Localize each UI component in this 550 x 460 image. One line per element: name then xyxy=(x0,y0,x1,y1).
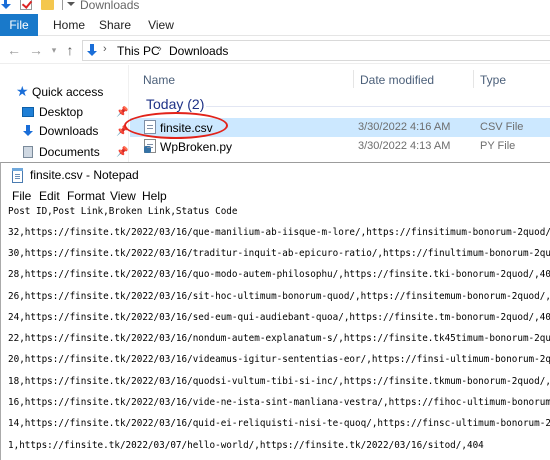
text-line: 24,https://finsite.tk/2022/03/16/sed-eum… xyxy=(8,312,550,323)
notepad-menubar: File Edit Format View Help xyxy=(1,188,550,206)
nav-item-label: Documents xyxy=(39,145,100,159)
text-line: 22,https://finsite.tk/2022/03/16/nondum-… xyxy=(8,333,550,344)
menu-format[interactable]: Format xyxy=(67,189,105,203)
nav-item-label: Downloads xyxy=(39,124,99,138)
tab-view[interactable]: View xyxy=(140,14,182,36)
file-row-wpbroken-py[interactable]: WpBroken.py 3/30/2022 4:13 AM PY File xyxy=(130,137,550,156)
tab-share[interactable]: Share xyxy=(94,14,136,36)
nav-item-label: Quick access xyxy=(32,85,104,99)
downloads-icon xyxy=(87,44,99,57)
pin-icon[interactable]: 📌 xyxy=(116,107,128,118)
downloads-icon xyxy=(22,125,34,137)
nav-item-downloads[interactable]: Downloads xyxy=(22,122,127,140)
up-arrow-icon[interactable]: ↑ xyxy=(63,42,77,58)
new-folder-icon[interactable] xyxy=(41,0,54,10)
nav-item-quick-access[interactable]: ★ Quick access xyxy=(16,83,126,101)
nav-item-label: Desktop xyxy=(39,105,84,119)
menu-help[interactable]: Help xyxy=(142,189,167,203)
menu-file[interactable]: File xyxy=(12,189,31,203)
chevron-right-icon[interactable]: › xyxy=(103,43,107,55)
download-arrow-icon[interactable] xyxy=(1,0,11,10)
quick-access-toolbar xyxy=(0,0,75,11)
menu-view[interactable]: View xyxy=(110,189,136,203)
toolbar-divider xyxy=(62,0,63,10)
notepad-window: finsite.csv - Notepad File Edit Format V… xyxy=(0,162,550,460)
text-line: 18,https://finsite.tk/2022/03/16/quodsi-… xyxy=(8,376,550,387)
properties-check-icon[interactable] xyxy=(20,0,32,10)
breadcrumb-downloads[interactable]: Downloads xyxy=(169,44,228,58)
column-headers: Name Date modified Type xyxy=(130,68,550,90)
nav-item-desktop[interactable]: Desktop xyxy=(22,103,127,121)
file-type: CSV File xyxy=(480,121,524,133)
text-line: 30,https://finsite.tk/2022/03/16/traditu… xyxy=(8,248,550,259)
notepad-title: finsite.csv - Notepad xyxy=(30,168,139,182)
text-line: 28,https://finsite.tk/2022/03/16/quo-mod… xyxy=(8,269,550,280)
python-file-icon xyxy=(144,139,156,153)
address-bar[interactable]: › This PC › Downloads xyxy=(82,40,550,61)
chevron-down-icon[interactable] xyxy=(67,2,75,6)
chevron-right-icon[interactable]: › xyxy=(158,43,162,55)
notepad-titlebar[interactable]: finsite.csv - Notepad xyxy=(1,163,550,188)
star-icon: ★ xyxy=(16,83,29,99)
explorer-titlebar: Downloads xyxy=(0,0,550,14)
recent-locations-chevron-icon[interactable]: ▾ xyxy=(47,42,61,58)
file-date: 3/30/2022 4:16 AM xyxy=(358,121,451,133)
column-header-date[interactable]: Date modified xyxy=(360,73,434,87)
tab-home[interactable]: Home xyxy=(46,14,92,36)
text-line: 14,https://finsite.tk/2022/03/16/quid-ei… xyxy=(8,418,550,429)
menu-edit[interactable]: Edit xyxy=(39,189,60,203)
column-divider[interactable] xyxy=(353,70,354,88)
notepad-icon xyxy=(12,168,23,183)
highlight-circle-annotation xyxy=(124,112,228,139)
column-divider[interactable] xyxy=(473,70,474,88)
forward-arrow-icon[interactable]: → xyxy=(29,42,43,58)
text-line: 32,https://finsite.tk/2022/03/16/que-man… xyxy=(8,227,550,238)
desktop-icon xyxy=(22,107,34,117)
back-arrow-icon[interactable]: ← xyxy=(7,42,21,58)
notepad-text-area[interactable]: Post ID,Post Link,Broken Link,Status Cod… xyxy=(8,205,550,460)
text-line: 20,https://finsite.tk/2022/03/16/videamu… xyxy=(8,354,550,365)
column-header-name[interactable]: Name xyxy=(143,73,175,87)
tab-file[interactable]: File xyxy=(0,14,38,36)
window-title: Downloads xyxy=(80,0,140,12)
ribbon-tabs: File Home Share View xyxy=(0,14,550,36)
text-line: 26,https://finsite.tk/2022/03/16/sit-hoc… xyxy=(8,291,550,302)
pin-icon[interactable]: 📌 xyxy=(116,147,128,158)
file-type: PY File xyxy=(480,140,516,152)
breadcrumb-this-pc[interactable]: This PC xyxy=(117,44,160,58)
group-divider xyxy=(206,106,550,107)
text-line: 16,https://finsite.tk/2022/03/16/vide-ne… xyxy=(8,397,550,408)
pane-splitter[interactable] xyxy=(128,65,129,165)
file-date: 3/30/2022 4:13 AM xyxy=(358,140,451,152)
text-line: 1,https://finsite.tk/2022/03/07/hello-wo… xyxy=(8,440,484,451)
text-line-header: Post ID,Post Link,Broken Link,Status Cod… xyxy=(8,206,238,217)
nav-item-documents[interactable]: Documents xyxy=(22,143,127,161)
navigation-bar: ← → ▾ ↑ › This PC › Downloads xyxy=(0,37,550,64)
column-header-type[interactable]: Type xyxy=(480,73,506,87)
file-name: WpBroken.py xyxy=(160,140,233,154)
navigation-pane: ★ Quick access Desktop 📌 Downloads 📌 Doc… xyxy=(0,65,128,165)
group-header-today[interactable]: Today (2) xyxy=(146,96,204,112)
documents-icon xyxy=(23,146,33,158)
